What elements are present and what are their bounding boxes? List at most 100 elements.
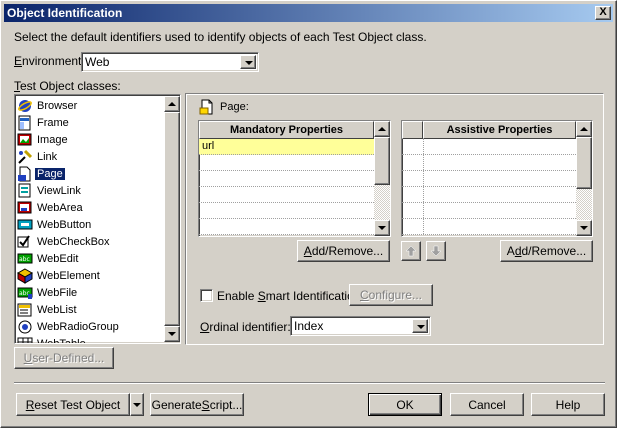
ordinal-label: Ordinal identifier: (200, 320, 291, 334)
generate-script-button[interactable]: Generate Script... (150, 393, 244, 416)
webradiogroup-icon (17, 319, 33, 335)
class-list[interactable]: Browser Frame Image Link Page ViewLink WebArea… (14, 94, 181, 344)
column-divider (423, 139, 424, 154)
move-up-button[interactable] (401, 241, 421, 261)
table-row[interactable] (402, 187, 576, 203)
help-button[interactable]: Help (531, 393, 605, 416)
ok-button[interactable]: OK (368, 393, 442, 416)
webedit-icon: abc (17, 251, 33, 267)
table-row[interactable] (402, 155, 576, 171)
reset-test-object-button[interactable]: Reset Test Object (16, 393, 130, 416)
environment-select[interactable]: Web (81, 52, 259, 72)
table-row[interactable] (199, 171, 374, 187)
webfile-icon: abc (17, 285, 33, 301)
class-item-label: Browser (37, 99, 78, 112)
chevron-down-icon[interactable] (240, 55, 256, 69)
weblist-icon (17, 302, 33, 318)
footer-separator (14, 382, 605, 384)
scroll-down-icon[interactable] (164, 326, 180, 342)
cancel-button[interactable]: Cancel (450, 393, 524, 416)
configure-button[interactable]: Configure... (349, 284, 433, 306)
assistive-properties-grid[interactable]: Assistive Properties (401, 120, 593, 237)
class-item-label: WebButton (37, 218, 92, 231)
class-item-webbutton[interactable]: WebButton (17, 216, 93, 233)
assistive-scrollbar[interactable] (576, 121, 592, 236)
ordinal-value: Index (294, 319, 324, 333)
window-title: Object Identification (7, 6, 123, 20)
mandatory-scrollbar[interactable] (374, 121, 390, 236)
column-divider (423, 155, 424, 170)
assistive-add-remove-button[interactable]: Ad d/Remove... (500, 240, 593, 262)
webbutton-icon (17, 217, 33, 233)
webelement-icon (16, 267, 34, 284)
class-item-frame[interactable]: Frame (17, 114, 71, 131)
column-divider (423, 171, 424, 186)
title-bar: Object Identification X (4, 4, 613, 22)
class-item-weblist[interactable]: WebList (17, 301, 79, 318)
scroll-down-icon[interactable] (576, 220, 592, 236)
intro-text: Select the default identifiers used to i… (14, 30, 427, 44)
class-item-webtable[interactable]: WebTable (17, 335, 88, 343)
close-button[interactable]: X (595, 6, 611, 20)
class-item-browser[interactable]: Browser (17, 97, 79, 114)
scroll-thumb[interactable] (374, 137, 390, 185)
class-item-webfile[interactable]: abc WebFile (17, 284, 79, 301)
mandatory-add-remove-button[interactable]: Add/Remove... (297, 240, 390, 262)
move-down-button[interactable] (426, 241, 446, 261)
class-item-label: WebElement (37, 269, 100, 282)
table-row[interactable] (199, 219, 374, 235)
page-icon (17, 166, 33, 182)
class-item-webradiogroup[interactable]: WebRadioGroup (17, 318, 121, 335)
class-item-label: WebFile (37, 286, 78, 299)
class-item-label: WebEdit (37, 252, 79, 265)
mandatory-properties-grid[interactable]: Mandatory Properties url (198, 120, 391, 237)
arrow-down-icon (430, 245, 442, 257)
column-divider (423, 219, 424, 234)
frame-icon (17, 115, 33, 131)
class-item-page[interactable]: Page (17, 165, 66, 182)
scroll-up-icon[interactable] (164, 96, 180, 112)
class-item-webarea[interactable]: WebArea (17, 199, 85, 216)
chevron-down-icon[interactable] (412, 319, 428, 333)
scroll-up-icon[interactable] (374, 121, 390, 137)
table-row[interactable] (199, 155, 374, 171)
column-divider (423, 187, 424, 202)
smart-identification-checkbox[interactable] (200, 289, 213, 302)
scroll-thumb[interactable] (164, 112, 180, 326)
classes-label: Test Object classes: (14, 79, 121, 93)
class-item-label: ViewLink (37, 184, 81, 197)
scroll-thumb[interactable] (576, 137, 592, 189)
ordinal-select[interactable]: Index (290, 316, 431, 336)
table-row[interactable]: url (199, 139, 374, 155)
table-row[interactable] (402, 203, 576, 219)
scroll-down-icon[interactable] (374, 220, 390, 236)
chevron-down-icon (133, 402, 141, 407)
table-row[interactable] (402, 139, 576, 155)
class-item-label: Page (34, 166, 66, 181)
user-defined-button[interactable]: User-Defined... (14, 347, 114, 369)
class-item-webedit[interactable]: abc WebEdit (17, 250, 80, 267)
reset-dropdown-button[interactable] (130, 393, 144, 416)
class-list-scrollbar[interactable] (164, 96, 180, 342)
class-item-webcheckbox[interactable]: WebCheckBox (17, 233, 112, 250)
arrow-up-icon (405, 245, 417, 257)
image-icon (17, 132, 33, 148)
class-item-webelement[interactable]: WebElement (16, 267, 102, 284)
webtable-icon (17, 336, 33, 343)
webarea-icon (17, 200, 33, 216)
table-row[interactable] (199, 187, 374, 203)
assistive-header: Assistive Properties (423, 121, 576, 139)
class-item-label: Frame (37, 116, 69, 129)
scroll-up-icon[interactable] (576, 121, 592, 137)
class-item-label: Image (37, 133, 68, 146)
link-icon (17, 149, 33, 165)
class-item-image[interactable]: Image (17, 131, 70, 148)
table-row[interactable] (402, 219, 576, 235)
column-divider (423, 203, 424, 218)
class-item-viewlink[interactable]: ViewLink (17, 182, 83, 199)
class-item-link[interactable]: Link (17, 148, 59, 165)
table-row[interactable] (402, 171, 576, 187)
table-row[interactable] (199, 203, 374, 219)
property-cell: url (202, 140, 215, 152)
assistive-corner-header (402, 121, 423, 139)
